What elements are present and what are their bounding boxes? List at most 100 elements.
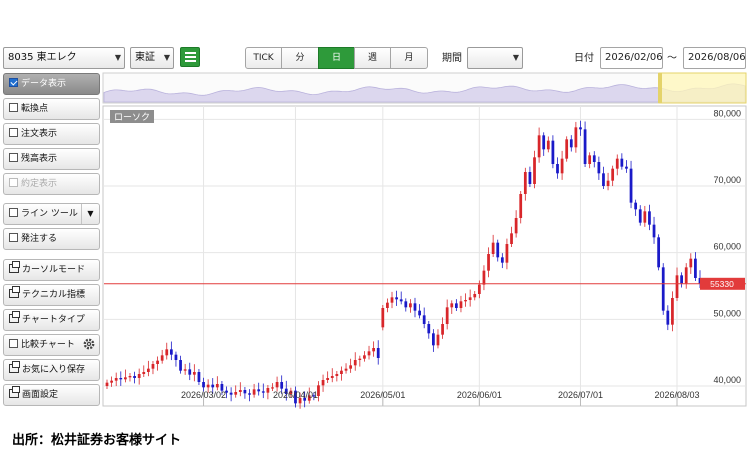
candle-body [569,139,573,148]
candle-body [330,376,334,378]
y-tick-label: 70,000 [713,175,741,185]
chart-type-label: ローソク [114,112,150,123]
x-tick-label: 2026/05/01 [360,390,405,400]
interval-month[interactable]: 月 [390,47,428,69]
sidebar-item-2[interactable]: 注文表示 [3,123,100,145]
sidebar-item-12[interactable]: 画面設定 [3,384,100,406]
sidebar-item-6[interactable]: 発注する [3,228,100,250]
interval-day[interactable]: 日 [318,47,355,69]
checkbox-icon[interactable] [9,103,18,112]
candle-body [271,387,274,389]
chevron-down-icon[interactable]: ▼ [81,204,99,224]
navigator-handle[interactable] [658,73,662,103]
window-icon[interactable] [9,261,20,273]
candle-body [413,303,417,311]
navigator-selection[interactable] [658,72,747,104]
checkbox-icon[interactable] [9,178,18,187]
checkbox-icon[interactable] [9,208,18,217]
sidebar-item-4: 約定表示 [3,173,100,195]
interval-tick[interactable]: TICK [245,47,282,69]
candle-body [546,140,550,150]
x-tick-label: 2026/08/03 [654,390,699,400]
sidebar-item-label: 残高表示 [21,154,58,164]
candle-body [450,303,454,308]
candle-body [583,129,587,164]
candle-body [165,349,169,356]
sidebar-item-5[interactable]: ライン ツール ▼ [3,203,100,225]
candle-body [592,155,596,162]
window-icon[interactable] [9,386,20,398]
candle-body [252,389,256,395]
x-tick-label: 2026/03/02 [181,390,226,400]
candle-body [110,380,113,383]
candle-body [275,382,279,388]
candle-body [409,303,412,308]
candle-body [588,155,592,164]
candle-body [404,301,408,308]
list-button[interactable] [180,47,200,67]
plot-area[interactable] [102,105,747,407]
candle-body [344,368,348,371]
checkbox-icon[interactable] [9,233,18,242]
sidebar-item-3[interactable]: 残高表示 [3,148,100,170]
checkbox-icon[interactable] [9,153,18,162]
checkbox-icon[interactable] [9,128,18,137]
candle-body [206,384,210,388]
candle-body [340,370,343,374]
checkbox-icon[interactable] [9,339,18,348]
sidebar-item-label: チャートタイプ [22,315,85,325]
interval-minute[interactable]: 分 [281,47,319,69]
gear-icon[interactable] [82,337,96,351]
candle-body [215,384,219,388]
candle-body [579,127,582,130]
candle-body [606,180,610,186]
checkbox-icon[interactable] [9,78,18,87]
candle-body [243,390,247,394]
sidebar-item-8[interactable]: テクニカル指標 [3,284,100,306]
candle-body [146,368,150,372]
sidebar-item-0[interactable]: データ表示 [3,73,100,95]
candle-body [661,267,665,311]
window-icon[interactable] [9,311,20,323]
candle-body [464,300,467,302]
x-tick-label: 2026/04/01 [273,390,318,400]
sidebar-item-1[interactable]: 転換点 [3,98,100,120]
chevron-down-icon: ▼ [512,53,519,62]
candle-body [124,377,127,380]
window-icon[interactable] [9,286,20,298]
symbol-select[interactable]: 8035 東エレク ▼ [3,47,125,69]
date-to-input[interactable]: 2026/08/06 [683,47,746,69]
candle-body [666,310,670,325]
source-caption: 出所：松井証券お客様サイト [12,433,182,448]
candle-body [399,299,403,302]
candle-body [638,209,642,223]
candle-body [694,258,697,278]
sidebar-item-10[interactable]: 比較チャート [3,334,100,356]
date-from-input[interactable]: 2026/02/06 [600,47,663,69]
candle-body [496,242,500,258]
chevron-down-icon: ▼ [114,53,121,62]
sidebar-item-7[interactable]: カーソルモード [3,259,100,281]
candle-body [574,127,578,148]
candle-body [133,376,136,378]
sidebar-item-label: 発注する [21,234,58,244]
sidebar-item-label: ライン ツール [21,209,78,219]
candle-body [174,354,178,360]
symbol-value: 8035 東エレク [8,52,77,63]
candle-body [445,307,449,324]
candle-body [560,158,564,174]
sidebar-item-9[interactable]: チャートタイプ [3,309,100,331]
candle-body [151,364,155,369]
interval-week[interactable]: 週 [354,47,391,69]
candle-body [459,301,463,308]
candle-body [510,233,513,244]
candle-body [528,172,532,184]
candle-body [620,158,624,167]
period-select[interactable]: ▼ [467,47,523,69]
market-select[interactable]: 東証 ▼ [130,47,174,69]
window-icon[interactable] [9,361,20,373]
sidebar-item-11[interactable]: お気に入り保存 [3,359,100,381]
candle-body [505,244,509,263]
candle-body [353,360,357,366]
sidebar-item-label: 注文表示 [21,129,58,139]
